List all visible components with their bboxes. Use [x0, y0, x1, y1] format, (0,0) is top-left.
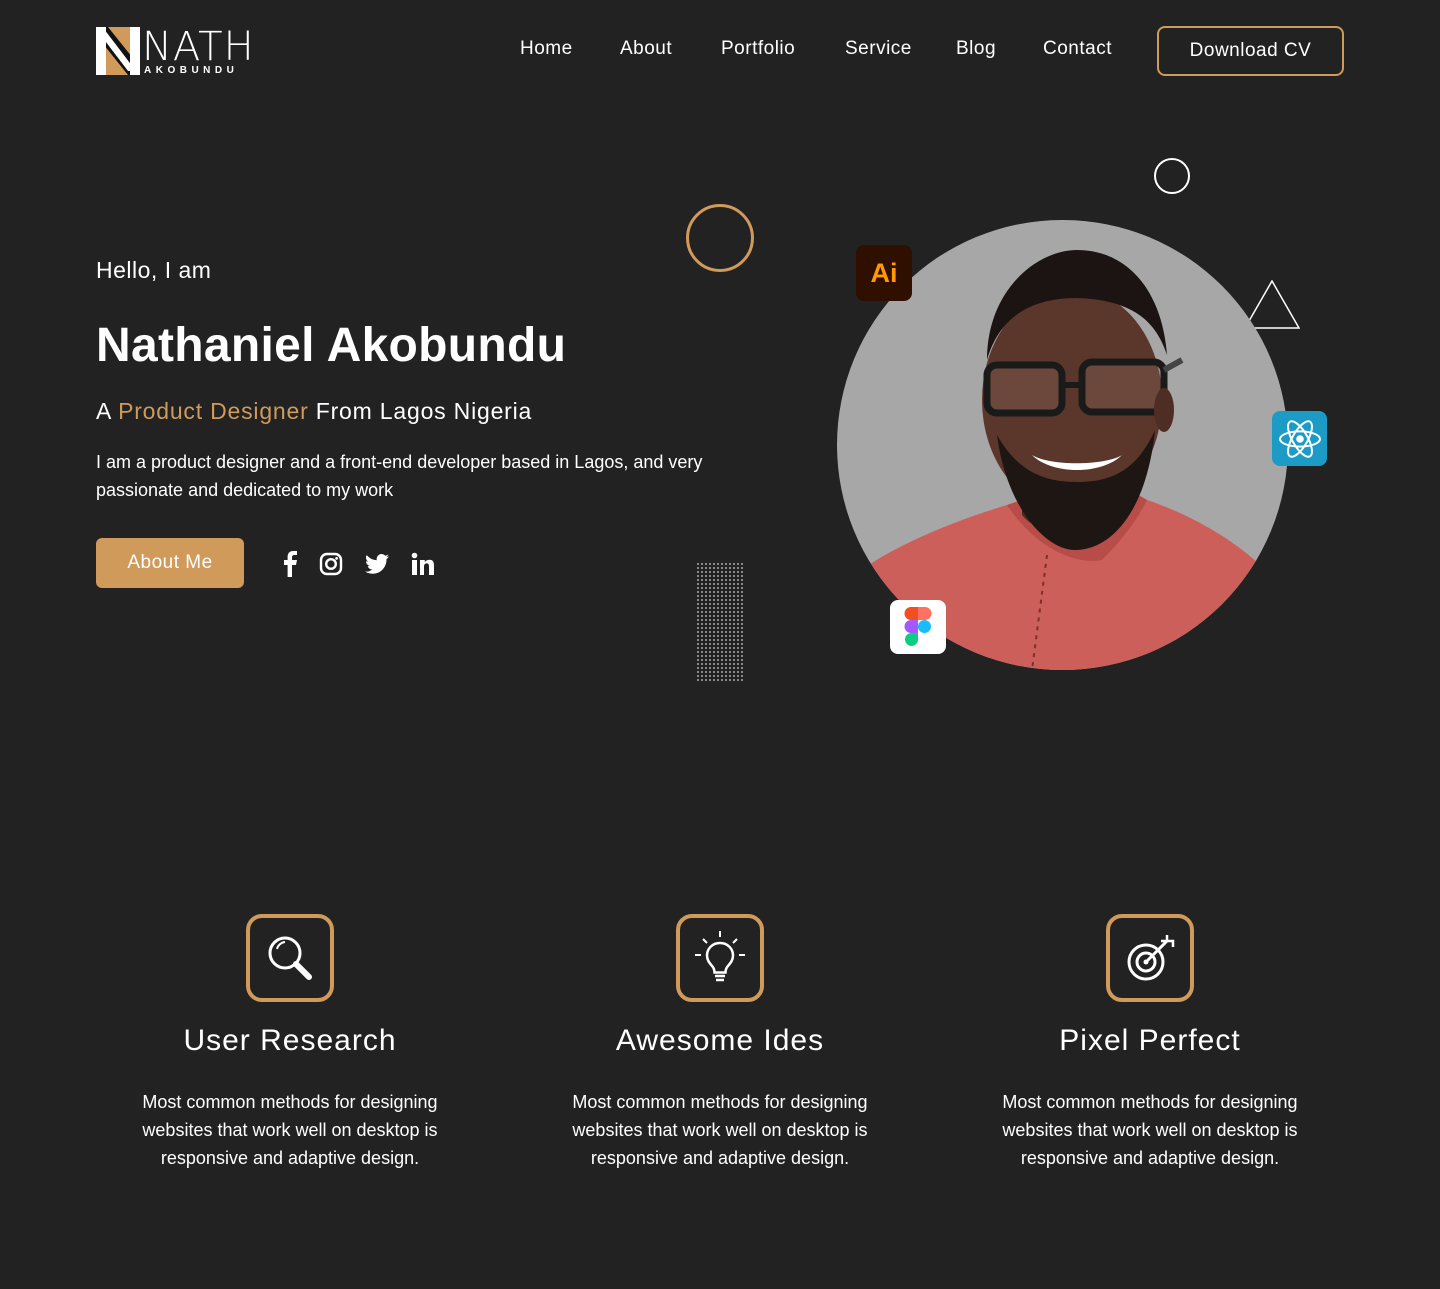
hero-greeting: Hello, I am: [96, 257, 212, 283]
search-icon: [246, 914, 334, 1002]
feature-text: Most common methods for designing websit…: [142, 1092, 438, 1168]
brand-sub: AKOBUNDU: [144, 65, 239, 76]
nav-home[interactable]: Home: [520, 38, 573, 60]
feature-pixel-perfect: Pixel Perfect Most common methods for de…: [935, 914, 1365, 1172]
hero-role: A Product Designer From Lagos Nigeria: [96, 398, 532, 425]
nav-about[interactable]: About: [620, 38, 672, 60]
decor-triangle-icon: [1244, 280, 1300, 329]
lightbulb-icon: [676, 914, 764, 1002]
feature-text: Most common methods for designing websit…: [572, 1092, 868, 1168]
about-me-button[interactable]: About Me: [96, 538, 244, 588]
feature-title: Pixel Perfect: [1059, 1024, 1241, 1057]
hero-name: Nathaniel Akobundu: [96, 319, 567, 372]
role-prefix: A: [96, 398, 119, 424]
hero-bio: I am a product designer and a front-end …: [96, 452, 703, 500]
feature-title: Awesome Ides: [615, 1024, 825, 1057]
nav-blog[interactable]: Blog: [956, 38, 996, 60]
instagram-icon[interactable]: [317, 550, 345, 578]
react-icon: [1272, 411, 1327, 466]
nav-service[interactable]: Service: [845, 38, 912, 60]
nav-portfolio[interactable]: Portfolio: [721, 38, 795, 60]
feature-awesome-ides: Awesome Ides Most common methods for des…: [505, 914, 935, 1172]
decor-white-ring: [1154, 158, 1190, 194]
download-cv-button[interactable]: Download CV: [1157, 26, 1344, 76]
feature-title: User Research: [183, 1024, 397, 1057]
role-suffix: From Lagos Nigeria: [308, 398, 533, 424]
decor-gold-ring: [686, 204, 754, 272]
role-highlight: Product Designer: [118, 398, 309, 424]
feature-text: Most common methods for designing websit…: [1002, 1092, 1298, 1168]
decor-dot-grid: [696, 562, 744, 682]
figma-icon: [890, 600, 946, 654]
target-icon: [1106, 914, 1194, 1002]
nav-contact[interactable]: Contact: [1043, 38, 1112, 60]
illustrator-badge: Ai: [856, 245, 912, 301]
facebook-icon[interactable]: [276, 550, 304, 578]
feature-user-research: User Research Most common methods for de…: [75, 914, 505, 1172]
twitter-icon[interactable]: [363, 550, 391, 578]
linkedin-icon[interactable]: [409, 550, 437, 578]
